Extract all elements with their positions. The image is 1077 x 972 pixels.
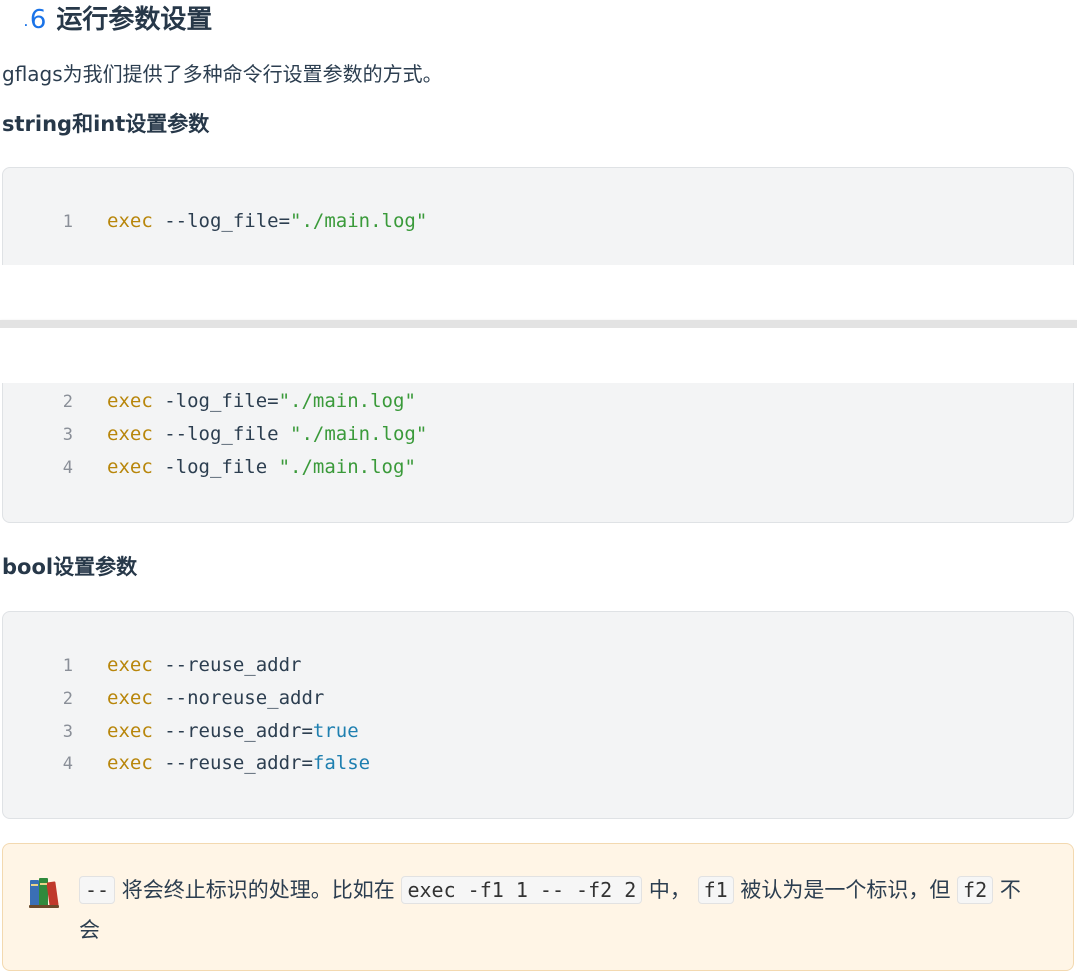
tip-text-part: 中， [642, 878, 698, 902]
code-argument: --reuse_addr [152, 654, 302, 676]
code-value: "./main.log" [278, 456, 416, 478]
code-line: 4 exec -log_file "./main.log" [3, 451, 416, 484]
heading-title: 运行参数设置 [56, 5, 213, 35]
code-line: 2 exec -log_file="./main.log" [3, 385, 416, 418]
code-value: "./main.log" [278, 390, 416, 412]
subheading-string-int: string和int设置参数 [2, 112, 210, 136]
code-command: exec [107, 423, 153, 445]
code-argument: --noreuse_addr [152, 687, 325, 709]
code-argument: --log_file= [152, 210, 291, 232]
tip-text-part: 将会终止标识的处理。比如在 [115, 878, 402, 902]
line-number: 2 [62, 689, 73, 709]
code-value: "./main.log" [290, 210, 428, 232]
code-command: exec [107, 390, 153, 412]
books-icon [29, 878, 59, 908]
code-literal: false [312, 752, 371, 774]
code-command: exec [107, 456, 153, 478]
code-command: exec [107, 654, 153, 676]
code-argument: --reuse_addr= [152, 720, 313, 742]
line-number: 3 [62, 425, 73, 445]
code-block-bool: 1 exec --reuse_addr 2 exec --noreuse_addr … [2, 611, 1074, 819]
line-number: 3 [62, 722, 73, 742]
code-command: exec [107, 687, 153, 709]
tip-box: -- 将会终止标识的处理。比如在 exec -f1 1 -- -f2 2 中， … [2, 843, 1074, 971]
code-argument: --log_file [152, 423, 291, 445]
inline-code: f2 [957, 876, 994, 904]
code-command: exec [107, 210, 153, 232]
code-value: "./main.log" [290, 423, 428, 445]
code-line: 2 exec --noreuse_addr [3, 682, 325, 715]
page-gap [0, 265, 1077, 320]
tip-text: -- 将会终止标识的处理。比如在 exec -f1 1 -- -f2 2 中， … [79, 870, 1039, 950]
page-gap [0, 328, 1077, 383]
heading-number: 6 [29, 5, 47, 35]
intro-paragraph: gflags为我们提供了多种命令行设置参数的方式。 [2, 62, 443, 86]
tip-text-part: 被认为是一个标识，但 [733, 878, 958, 902]
line-number: 4 [62, 754, 73, 774]
line-number: 1 [62, 656, 73, 676]
code-argument: -log_file= [152, 390, 279, 412]
inline-code: exec -f1 1 -- -f2 2 [401, 876, 643, 904]
section-heading: .6 运行参数设置 [24, 2, 212, 38]
code-command: exec [107, 720, 153, 742]
code-line: 4 exec --reuse_addr=false [3, 747, 370, 780]
inline-code: f1 [697, 876, 734, 904]
line-number: 4 [62, 458, 73, 478]
code-line: 1 exec --log_file="./main.log" [3, 205, 428, 238]
heading-prefix: . [24, 18, 28, 29]
code-argument: -log_file [152, 456, 279, 478]
code-line: 3 exec --reuse_addr=true [3, 715, 359, 748]
code-line: 1 exec --reuse_addr [3, 649, 302, 682]
line-number: 1 [62, 212, 73, 232]
page-divider [0, 320, 1077, 328]
code-argument: --reuse_addr= [152, 752, 313, 774]
code-command: exec [107, 752, 153, 774]
code-line: 3 exec --log_file "./main.log" [3, 418, 428, 451]
line-number: 2 [62, 392, 73, 412]
inline-code: -- [79, 876, 116, 904]
code-literal: true [312, 720, 359, 742]
subheading-bool: bool设置参数 [2, 555, 138, 579]
